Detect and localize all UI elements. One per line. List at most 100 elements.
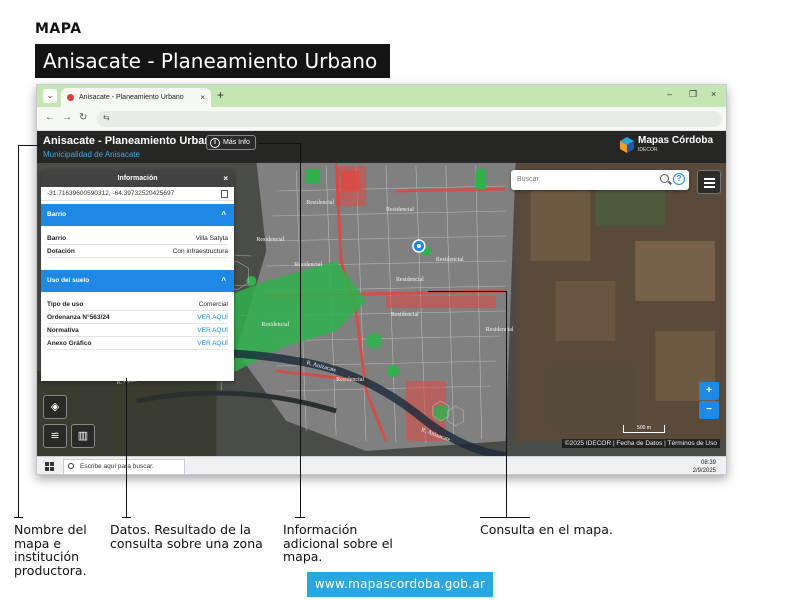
section-label: MAPA	[35, 21, 82, 37]
row-key: Tipo de uso	[47, 301, 84, 308]
close-window-button[interactable]: ×	[711, 89, 716, 99]
layers-icon[interactable]: ◈	[43, 395, 67, 419]
website-url[interactable]: www.mapascordoba.gob.ar	[307, 572, 493, 597]
table-row: Anexo Gráfico VER AQUÍ	[47, 337, 228, 350]
callout-line	[14, 517, 23, 518]
row-key: Anexo Gráfico	[47, 340, 92, 347]
zoom-in-button[interactable]: +	[699, 382, 719, 400]
logo-text: Mapas Córdoba	[638, 135, 714, 146]
callout-line	[18, 145, 19, 518]
search-input[interactable]: Buscar ?	[511, 170, 689, 190]
row-value: Villa Satyta	[195, 235, 228, 242]
forward-button[interactable]: →	[62, 112, 72, 123]
map-label: Residencial	[261, 322, 289, 328]
coordinates: -31.71639600590312, -64.39732520425697	[41, 187, 234, 201]
callout-data: Datos. Resultado de la consulta sobre un…	[110, 522, 263, 551]
logo-subtext: IDECOR	[638, 147, 658, 153]
table-row: Normativa VER AQUÍ	[47, 324, 228, 337]
callout-line	[428, 291, 506, 292]
clock-time: 08:39	[700, 460, 716, 466]
institution-link[interactable]: Municipalidad de Anisacate	[43, 150, 140, 159]
new-tab-button[interactable]: +	[217, 88, 224, 102]
section-uso-suelo-header[interactable]: Uso del suelo ^	[41, 270, 234, 292]
info-panel-title: Información	[117, 175, 158, 182]
windows-start-icon[interactable]	[45, 462, 54, 471]
close-icon[interactable]: ×	[223, 171, 228, 187]
attribution[interactable]: ©2025 IDECOR | Fecha de Datos | Términos…	[561, 439, 720, 448]
map-label: Residencial	[386, 207, 414, 213]
callout-query: Consulta en el mapa.	[480, 522, 613, 537]
map-label: Residencial	[256, 237, 284, 243]
table-row: Ordenanza N°563/24 VER AQUÍ	[47, 311, 228, 324]
map-label: Residencial	[336, 377, 364, 383]
minimize-button[interactable]: –	[667, 89, 672, 99]
callout-line	[122, 517, 131, 518]
ver-aqui-link[interactable]: VER AQUÍ	[197, 337, 228, 349]
browser-window: ⌄ Anisacate - Planeamiento Urbano × + – …	[36, 84, 727, 475]
row-key: Barrio	[47, 235, 67, 242]
callout-line	[300, 143, 301, 517]
mapas-cordoba-logo: Mapas Córdoba IDECOR	[620, 135, 718, 159]
cube-logo-icon	[620, 137, 634, 153]
tab-close-icon[interactable]: ×	[200, 88, 205, 107]
callout-line	[295, 517, 305, 518]
copy-icon[interactable]	[221, 190, 228, 198]
infographic: MAPA Anisacate - Planeamiento Urbano ⌄ A…	[0, 0, 800, 600]
search-icon[interactable]	[660, 174, 669, 183]
row-key: Normativa	[47, 327, 79, 334]
banner-title: Anisacate - Planeamiento Urbano	[35, 44, 390, 78]
map-header: Anisacate - Planeamiento Urbano Municipa…	[37, 131, 726, 163]
chevron-up-icon: ^	[221, 276, 226, 285]
callout-map-name: Nombre del mapa e institución productora…	[14, 522, 87, 578]
site-info-icon[interactable]: ⇆	[103, 113, 110, 122]
browser-tab[interactable]: Anisacate - Planeamiento Urbano ×	[61, 88, 211, 107]
elevation-profile-icon[interactable]: ≌	[43, 424, 67, 448]
url-field[interactable]: ⇆	[97, 111, 722, 127]
back-button[interactable]: ←	[45, 112, 55, 123]
ver-aqui-link[interactable]: VER AQUÍ	[197, 324, 228, 336]
map-label: Residencial	[391, 312, 419, 318]
info-panel: Información × -31.71639600590312, -64.39…	[41, 171, 234, 381]
map-label: Residencial	[306, 200, 334, 206]
row-key: Dotación	[47, 248, 75, 255]
menu-button[interactable]	[697, 170, 721, 194]
taskbar: Escribe aquí para buscar. 08:39 2/9/2025	[37, 456, 726, 474]
more-info-label: Más Info	[223, 139, 250, 146]
table-row: Barrio Villa Satyta	[47, 232, 228, 245]
section-title: Uso del suelo	[47, 277, 90, 284]
section-title: Barrio	[47, 211, 67, 218]
row-value: Comercial	[198, 301, 228, 308]
row-key: Ordenanza N°563/24	[47, 314, 110, 321]
address-bar: ← → ↻ ⇆	[37, 107, 726, 131]
callout-line	[18, 145, 40, 146]
callout-line	[480, 517, 530, 518]
map-label: Residencial	[486, 327, 514, 333]
basemap-icon[interactable]: ▥	[71, 424, 95, 448]
zoom-out-button[interactable]: −	[699, 401, 719, 419]
section-barrio-header[interactable]: Barrio ^	[41, 204, 234, 226]
clock: 08:39 2/9/2025	[692, 459, 716, 474]
tab-bar: ⌄ Anisacate - Planeamiento Urbano × + – …	[37, 85, 726, 107]
search-icon	[68, 463, 74, 469]
info-panel-header: Información ×	[41, 171, 234, 187]
callout-line	[126, 378, 127, 518]
callout-line	[258, 143, 300, 144]
more-info-button[interactable]: i Más Info	[206, 135, 256, 150]
taskbar-search-input[interactable]: Escribe aquí para buscar.	[63, 459, 185, 474]
help-icon[interactable]: ?	[673, 173, 685, 185]
map-label: Residencial	[396, 277, 424, 283]
clock-date: 2/9/2025	[692, 468, 716, 474]
tab-title: Anisacate - Planeamiento Urbano	[79, 94, 184, 101]
chevron-up-icon: ^	[221, 210, 226, 219]
callout-line	[506, 291, 507, 518]
info-icon: i	[210, 138, 220, 148]
ver-aqui-link[interactable]: VER AQUÍ	[197, 311, 228, 323]
map-app: Residencial Residencial Residencial Resi…	[37, 131, 726, 456]
taskbar-search-text: Escribe aquí para buscar.	[80, 463, 154, 470]
tab-dropdown-icon[interactable]: ⌄	[43, 89, 57, 103]
callout-more-info: Información adicional sobre el mapa.	[283, 522, 393, 564]
favicon-icon	[67, 94, 74, 101]
barrio-rows: Barrio Villa Satyta Dotación Con infraes…	[41, 226, 234, 260]
maximize-button[interactable]: ❐	[689, 89, 697, 100]
reload-button[interactable]: ↻	[79, 112, 87, 123]
